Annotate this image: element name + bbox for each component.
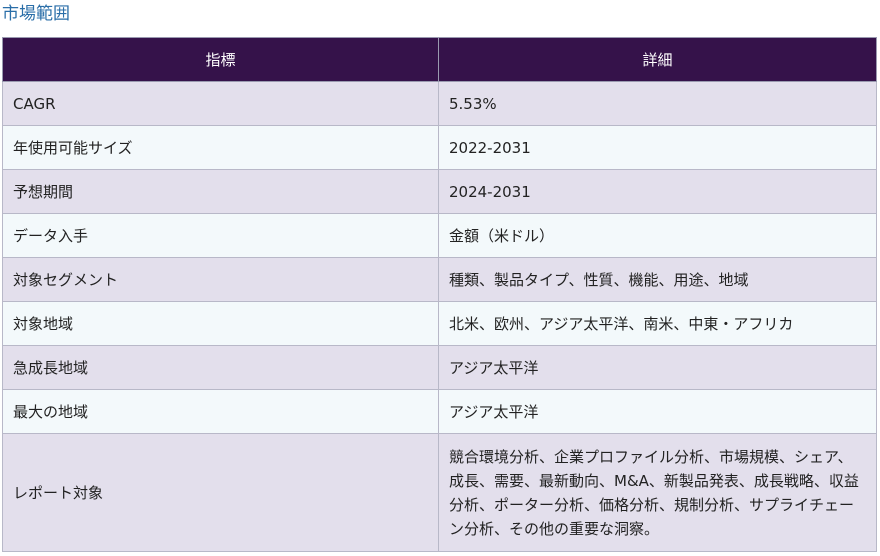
row-value: アジア太平洋 [438, 345, 877, 390]
table-row: 対象セグメント 種類、製品タイプ、性質、機能、用途、地域 [2, 257, 877, 302]
row-value: アジア太平洋 [438, 389, 877, 434]
row-value: 金額（米ドル） [438, 213, 877, 258]
table-row: 予想期間 2024-2031 [2, 169, 877, 214]
table-row: CAGR 5.53% [2, 81, 877, 126]
table-header-row: 指標 詳細 [2, 37, 877, 82]
table-row: 急成長地域 アジア太平洋 [2, 345, 877, 390]
row-label: 最大の地域 [2, 389, 439, 434]
row-value: 2022-2031 [438, 125, 877, 170]
table-row: レポート対象 競合環境分析、企業プロファイル分析、市場規模、シェア、成長、需要、… [2, 433, 877, 552]
row-label: 予想期間 [2, 169, 439, 214]
row-label: 急成長地域 [2, 345, 439, 390]
row-value: 北米、欧州、アジア太平洋、南米、中東・アフリカ [438, 301, 877, 346]
row-label: 年使用可能サイズ [2, 125, 439, 170]
header-details: 詳細 [438, 37, 877, 82]
row-value: 5.53% [438, 81, 877, 126]
section-title: 市場範囲 [2, 4, 70, 24]
row-label: データ入手 [2, 213, 439, 258]
row-value: 2024-2031 [438, 169, 877, 214]
row-label: CAGR [2, 81, 439, 126]
table-row: 年使用可能サイズ 2022-2031 [2, 125, 877, 170]
row-label: 対象地域 [2, 301, 439, 346]
market-scope-table: 指標 詳細 CAGR 5.53% 年使用可能サイズ 2022-2031 予想期間… [2, 37, 877, 552]
table-row: 最大の地域 アジア太平洋 [2, 389, 877, 434]
row-label: レポート対象 [2, 433, 439, 552]
table-row: データ入手 金額（米ドル） [2, 213, 877, 258]
row-value: 競合環境分析、企業プロファイル分析、市場規模、シェア、成長、需要、最新動向、M&… [438, 433, 877, 552]
row-value: 種類、製品タイプ、性質、機能、用途、地域 [438, 257, 877, 302]
table-row: 対象地域 北米、欧州、アジア太平洋、南米、中東・アフリカ [2, 301, 877, 346]
header-metric: 指標 [2, 37, 439, 82]
row-label: 対象セグメント [2, 257, 439, 302]
